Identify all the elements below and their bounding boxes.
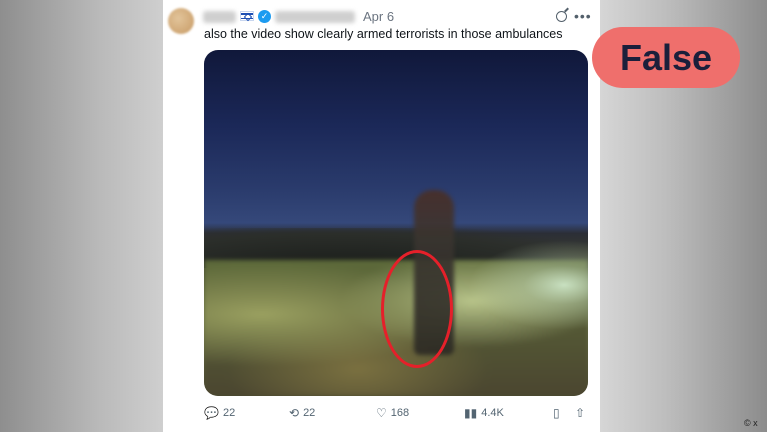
verified-badge-icon: ✓ <box>258 10 271 23</box>
display-name-blurred[interactable] <box>203 11 236 23</box>
avatar[interactable] <box>168 8 194 34</box>
fact-check-verdict-badge: False <box>592 27 740 88</box>
reply-count: 22 <box>222 407 236 419</box>
views-icon: ▮▮ <box>464 406 478 420</box>
bookmark-icon: ▯ <box>553 406 560 420</box>
share-icon: ⇧ <box>575 406 586 420</box>
reply-icon: 💬 <box>204 406 219 420</box>
like-count: 168 <box>390 407 410 419</box>
post-date[interactable]: Apr 6 <box>363 9 394 24</box>
like-button[interactable]: ♡ 168 <box>376 406 409 420</box>
video-light-glow <box>468 240 588 330</box>
views-count: 4.4K <box>481 407 504 419</box>
share-button[interactable]: ⇧ <box>575 406 585 420</box>
image-credit: © x <box>744 418 758 428</box>
like-icon: ♡ <box>376 406 387 420</box>
blurred-background-left <box>0 0 163 432</box>
reply-button[interactable]: 💬 22 <box>204 406 235 420</box>
more-icon[interactable]: ••• <box>574 8 592 24</box>
repost-count: 22 <box>303 407 316 419</box>
bookmark-button[interactable]: ▯ <box>553 406 560 420</box>
israel-flag-icon <box>240 11 254 22</box>
views-button[interactable]: ▮▮ 4.4K <box>464 406 504 420</box>
repost-icon: ⟲ <box>289 406 300 420</box>
post-actions-bar: 💬 22 ⟲ 22 ♡ 168 ▮▮ 4.4K ▯ ⇧ <box>204 406 588 424</box>
repost-button[interactable]: ⟲ 22 <box>289 406 315 420</box>
annotation-circle <box>381 250 453 368</box>
grok-icon[interactable] <box>556 11 567 22</box>
post-text: also the video show clearly armed terror… <box>204 27 563 41</box>
post-video[interactable] <box>204 50 588 396</box>
username-blurred[interactable] <box>275 11 355 23</box>
